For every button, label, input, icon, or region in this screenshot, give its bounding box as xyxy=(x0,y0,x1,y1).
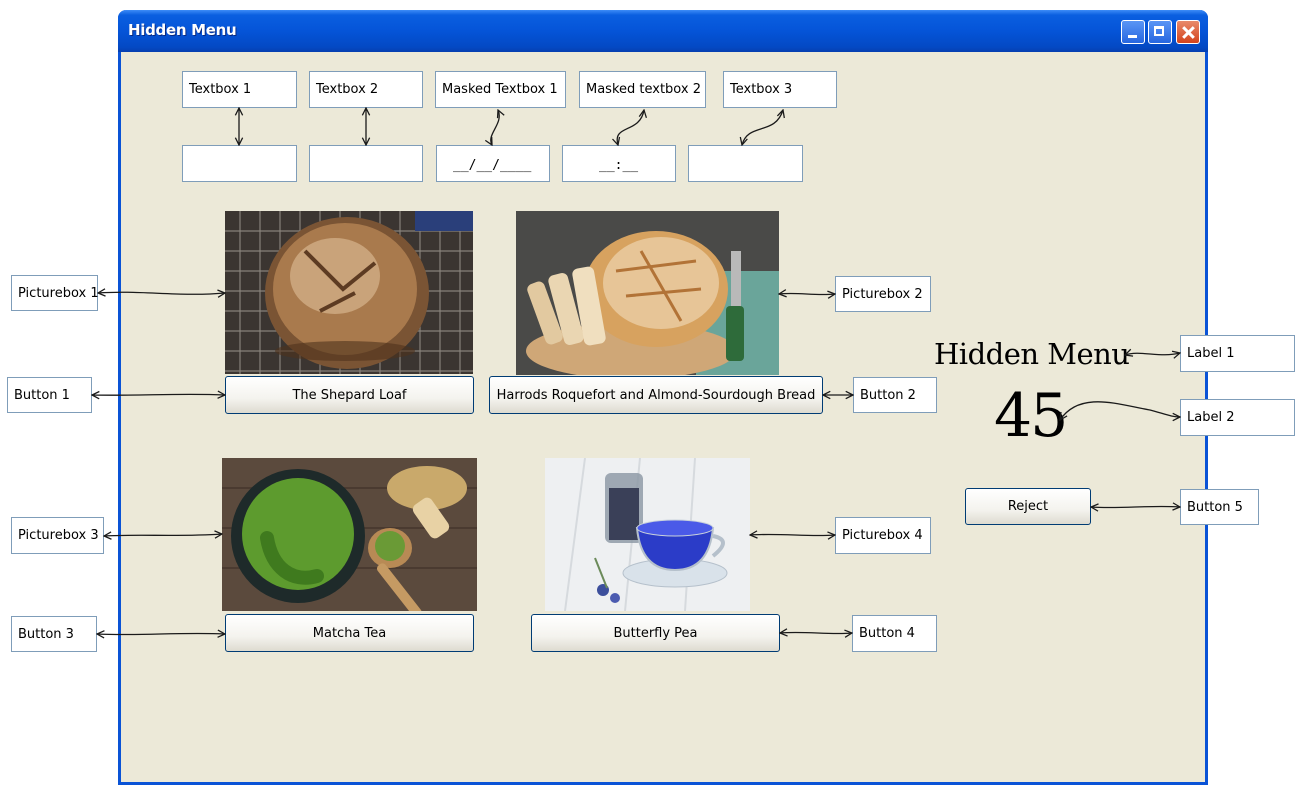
button5-callout-text: Button 5 xyxy=(1187,500,1243,515)
picturebox3-matcha-tea-image xyxy=(222,458,477,611)
textbox2-caption: Textbox 2 xyxy=(309,71,423,108)
masked-textbox2-caption: Masked textbox 2 xyxy=(579,71,706,108)
picturebox2-callout: Picturebox 2 xyxy=(835,276,931,312)
masked-textbox2-caption-text: Masked textbox 2 xyxy=(586,82,701,97)
button5-callout: Button 5 xyxy=(1180,489,1259,525)
textbox3-caption: Textbox 3 xyxy=(723,71,837,108)
textbox1-input[interactable] xyxy=(182,145,297,182)
label2-callout-text: Label 2 xyxy=(1187,410,1235,425)
picturebox4-callout: Picturebox 4 xyxy=(835,517,931,554)
title-bar[interactable]: Hidden Menu xyxy=(118,10,1208,52)
button1-callout-text: Button 1 xyxy=(14,388,70,403)
button4-butterfly-pea[interactable]: Butterfly Pea xyxy=(531,614,780,652)
button1-callout: Button 1 xyxy=(7,377,92,413)
picturebox1-callout: Picturebox 1 xyxy=(11,275,99,311)
button5-reject[interactable]: Reject xyxy=(965,488,1091,525)
button2-harrods-sourdough[interactable]: Harrods Roquefort and Almond-Sourdough B… xyxy=(489,376,823,414)
masked-textbox1-caption-text: Masked Textbox 1 xyxy=(442,82,558,97)
maximize-button[interactable] xyxy=(1148,20,1172,44)
label1-hidden-menu: Hidden Menu xyxy=(934,337,1130,371)
textbox2-caption-text: Textbox 2 xyxy=(316,82,379,97)
button3-callout: Button 3 xyxy=(11,616,97,652)
textbox3-caption-text: Textbox 3 xyxy=(730,82,793,97)
label1-callout: Label 1 xyxy=(1180,335,1295,372)
close-button[interactable] xyxy=(1176,20,1200,44)
masked-textbox1-input[interactable]: __/__/____ xyxy=(436,145,550,182)
button4-callout: Button 4 xyxy=(852,615,937,652)
button3-callout-text: Button 3 xyxy=(18,627,74,642)
label2-count: 45 xyxy=(994,381,1068,451)
button1-shepard-loaf[interactable]: The Shepard Loaf xyxy=(225,376,474,414)
picturebox1-callout-text: Picturebox 1 xyxy=(18,286,99,301)
textbox3-input[interactable] xyxy=(688,145,803,182)
picturebox1-bread-loaf-image xyxy=(225,211,473,374)
masked-textbox2-value: __:__ xyxy=(599,158,639,173)
button4-callout-text: Button 4 xyxy=(859,626,915,641)
button3-matcha-tea[interactable]: Matcha Tea xyxy=(225,614,474,652)
button2-callout-text: Button 2 xyxy=(860,388,916,403)
label2-callout: Label 2 xyxy=(1180,399,1295,436)
picturebox4-butterfly-pea-image xyxy=(545,458,750,611)
minimize-button[interactable] xyxy=(1121,20,1145,44)
button2-callout: Button 2 xyxy=(853,377,937,413)
picturebox3-callout: Picturebox 3 xyxy=(11,517,104,554)
masked-textbox2-input[interactable]: __:__ xyxy=(562,145,676,182)
picturebox3-callout-text: Picturebox 3 xyxy=(18,528,99,543)
textbox1-caption-text: Textbox 1 xyxy=(189,82,252,97)
picturebox2-sourdough-image xyxy=(516,211,779,375)
masked-textbox1-value: __/__/____ xyxy=(453,158,532,173)
textbox2-input[interactable] xyxy=(309,145,423,182)
textbox1-caption: Textbox 1 xyxy=(182,71,297,108)
masked-textbox1-caption: Masked Textbox 1 xyxy=(435,71,566,108)
picturebox4-callout-text: Picturebox 4 xyxy=(842,528,923,543)
picturebox2-callout-text: Picturebox 2 xyxy=(842,287,923,302)
window-title: Hidden Menu xyxy=(128,21,237,39)
label1-callout-text: Label 1 xyxy=(1187,346,1235,361)
